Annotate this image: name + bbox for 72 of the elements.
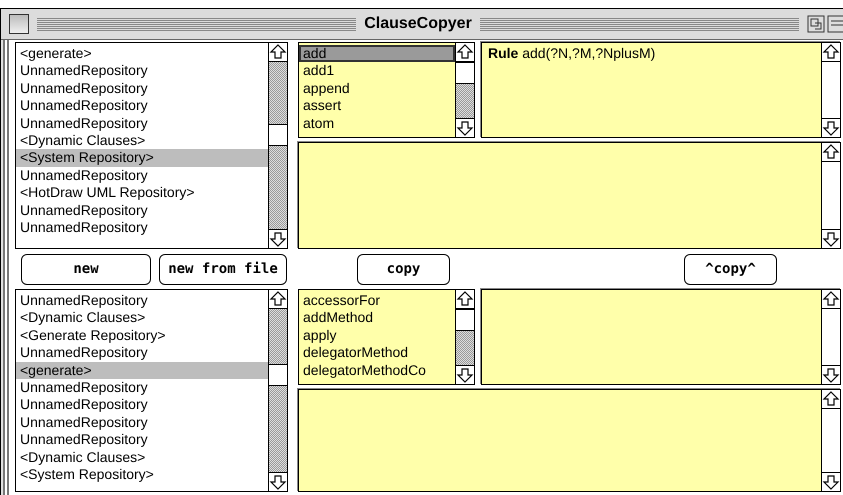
repository-item[interactable]: <Generate Repository> (16, 326, 268, 344)
scroll-up-arrow-icon[interactable] (822, 143, 840, 161)
action-button[interactable]: new from file (159, 254, 287, 284)
repository-item[interactable]: <Dynamic Clauses> (16, 448, 268, 466)
repository-item[interactable]: <generate> (16, 362, 268, 379)
repository-item[interactable]: UnnamedRepository (16, 218, 268, 236)
repository-item[interactable]: <System Repository> (16, 149, 268, 167)
repository-item[interactable]: <generate> (16, 45, 268, 62)
clause-item[interactable]: atom (299, 114, 455, 132)
scroll-up-arrow-icon[interactable] (456, 43, 474, 61)
repository-item[interactable]: <Dynamic Clauses> (16, 132, 268, 150)
clause-item[interactable]: addMethod (299, 309, 455, 327)
clause-item[interactable]: add (299, 45, 455, 62)
repository-item[interactable]: UnnamedRepository (16, 80, 268, 98)
scrollbar[interactable] (821, 143, 840, 248)
scroll-up-arrow-icon[interactable] (822, 390, 840, 408)
action-button[interactable]: copy (357, 254, 450, 284)
repository-item[interactable]: UnnamedRepository (16, 378, 268, 396)
repository-item[interactable]: UnnamedRepository (16, 97, 268, 115)
repository-item[interactable]: UnnamedRepository (16, 431, 268, 449)
scroll-down-arrow-icon[interactable] (456, 366, 474, 384)
scrollbar[interactable] (821, 390, 840, 491)
clause-item[interactable]: delegatorMethod (299, 344, 455, 362)
window-controls-icon[interactable] (807, 15, 843, 33)
scrollbar[interactable] (821, 43, 840, 137)
scroll-up-arrow-icon[interactable] (822, 43, 840, 61)
scroll-thumb[interactable] (456, 309, 474, 331)
scroll-down-arrow-icon[interactable] (822, 473, 840, 491)
repository-item[interactable]: <System Repository> (16, 466, 268, 484)
scroll-thumb[interactable] (269, 124, 287, 146)
scrollbar[interactable] (268, 290, 287, 491)
scroll-thumb[interactable] (269, 364, 287, 386)
scroll-down-arrow-icon[interactable] (822, 366, 840, 384)
clause-item[interactable]: assert (299, 97, 455, 115)
action-button[interactable]: ^copy^ (684, 254, 777, 284)
scroll-up-arrow-icon[interactable] (269, 290, 287, 308)
scrollbar[interactable] (455, 43, 474, 137)
repository-item[interactable]: <Dynamic Clauses> (16, 309, 268, 327)
scrollbar[interactable] (268, 43, 287, 248)
repository-item[interactable]: UnnamedRepository (16, 202, 268, 219)
clause-item[interactable]: delegatorMethodCo (299, 362, 455, 379)
scroll-up-arrow-icon[interactable] (269, 43, 287, 61)
action-button[interactable]: new (21, 254, 151, 284)
text-pane[interactable] (298, 142, 841, 249)
close-box[interactable] (9, 14, 29, 34)
repository-item[interactable]: UnnamedRepository (16, 292, 268, 310)
scroll-down-arrow-icon[interactable] (269, 473, 287, 491)
clause-item[interactable]: add1 (299, 62, 455, 80)
repository-item[interactable]: UnnamedRepository (16, 414, 268, 432)
window-title: ClauseCopyer (364, 15, 472, 33)
rule-pane[interactable]: Rule add(?N,?M,?NplusM) (481, 42, 841, 138)
repository-item[interactable]: UnnamedRepository (16, 114, 268, 132)
clause-item[interactable]: apply (299, 326, 455, 344)
text-pane[interactable] (298, 389, 841, 492)
clause-item[interactable]: append (299, 80, 455, 98)
scroll-down-arrow-icon[interactable] (822, 230, 840, 248)
scroll-up-arrow-icon[interactable] (822, 290, 840, 308)
scrollbar[interactable] (455, 290, 474, 384)
clause-item[interactable]: accessorFor (299, 292, 455, 310)
scroll-thumb[interactable] (456, 62, 474, 84)
scroll-down-arrow-icon[interactable] (269, 230, 287, 248)
scrollbar[interactable] (821, 290, 840, 384)
rule-text: Rule add(?N,?M,?NplusM) (488, 45, 656, 61)
scroll-up-arrow-icon[interactable] (456, 290, 474, 308)
repository-item[interactable]: UnnamedRepository (16, 344, 268, 362)
repository-item[interactable]: UnnamedRepository (16, 396, 268, 414)
repository-item[interactable]: <HotDraw UML Repository> (16, 184, 268, 202)
rule-pane[interactable] (481, 289, 841, 385)
repository-item[interactable]: UnnamedRepository (16, 62, 268, 80)
repository-item[interactable]: UnnamedRepository (16, 166, 268, 184)
scroll-down-arrow-icon[interactable] (456, 119, 474, 137)
scroll-down-arrow-icon[interactable] (822, 119, 840, 137)
